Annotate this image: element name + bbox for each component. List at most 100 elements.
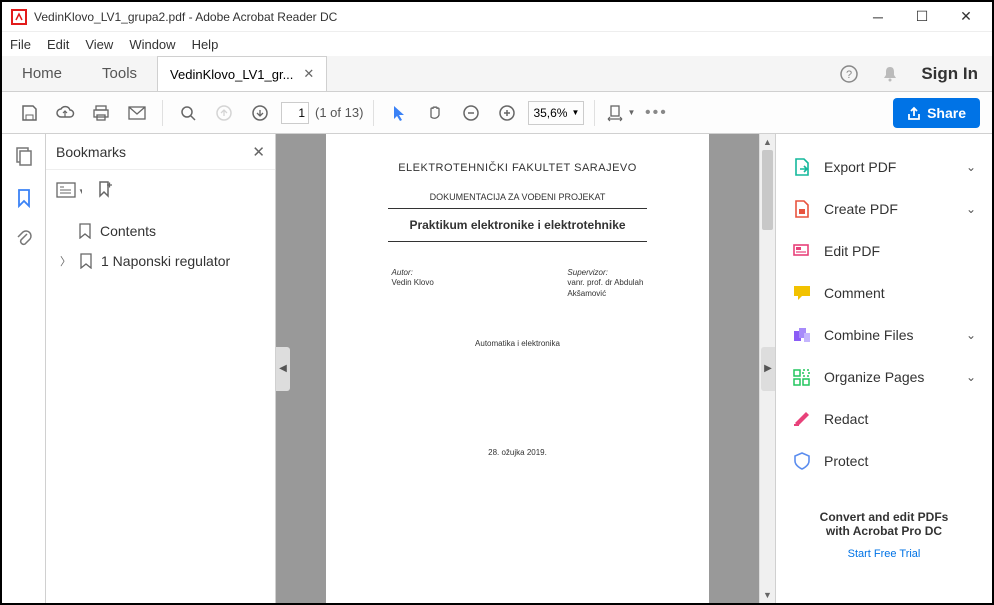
organize-icon (792, 367, 812, 387)
menu-file[interactable]: File (10, 37, 31, 52)
rpanel-comment[interactable]: Comment (784, 272, 984, 314)
next-page-icon[interactable] (245, 98, 275, 128)
rpanel-label: Edit PDF (824, 243, 976, 259)
page-gutter-right (709, 134, 759, 603)
bookmark-item-contents[interactable]: Contents (56, 216, 265, 246)
hand-icon[interactable] (420, 98, 450, 128)
author-label: Autor: (392, 268, 434, 278)
minimize-button[interactable]: ─ (856, 3, 900, 31)
promo-text: Convert and edit PDFs with Acrobat Pro D… (784, 506, 984, 542)
rpanel-label: Export PDF (824, 159, 954, 175)
menu-window[interactable]: Window (129, 37, 175, 52)
share-button[interactable]: Share (893, 98, 980, 128)
chevron-down-icon: ⌄ (966, 160, 976, 174)
edit-pdf-icon (792, 241, 812, 261)
tab-document-label: VedinKlovo_LV1_gr... (170, 67, 293, 82)
menu-view[interactable]: View (85, 37, 113, 52)
rpanel-label: Combine Files (824, 327, 954, 343)
mail-icon[interactable] (122, 98, 152, 128)
zoom-select[interactable]: 35,6%▼ (528, 101, 584, 125)
bookmark-label: Contents (100, 223, 156, 239)
bookmarks-title: Bookmarks (56, 144, 126, 160)
tab-tools[interactable]: Tools (82, 56, 157, 91)
close-button[interactable]: ✕ (944, 3, 988, 31)
rpanel-export-pdf[interactable]: Export PDF ⌄ (784, 146, 984, 188)
pointer-icon[interactable] (384, 98, 414, 128)
doc-date: 28. ožujka 2019. (488, 448, 547, 457)
rpanel-redact[interactable]: Redact (784, 398, 984, 440)
page-total: (1 of 13) (315, 105, 363, 120)
author-name: Vedin Klovo (392, 278, 434, 288)
doc-department: Automatika i elektronika (475, 339, 560, 348)
prev-page-icon[interactable] (209, 98, 239, 128)
rpanel-label: Protect (824, 453, 976, 469)
share-icon (907, 106, 921, 120)
supervisor-name: vanr. prof. dr Abdulah (567, 278, 643, 288)
svg-text:▼: ▼ (78, 187, 82, 196)
rail-bookmarks-icon[interactable] (12, 186, 36, 210)
doc-university: ELEKTROTEHNIČKI FAKULTET SARAJEVO (398, 162, 637, 174)
rpanel-label: Organize Pages (824, 369, 954, 385)
supervisor-name2: Akšamović (567, 289, 643, 299)
zoom-in-icon[interactable] (492, 98, 522, 128)
maximize-button[interactable]: ☐ (900, 3, 944, 31)
cloud-icon[interactable] (50, 98, 80, 128)
chevron-down-icon: ⌄ (966, 328, 976, 342)
chevron-down-icon: ⌄ (966, 202, 976, 216)
rpanel-protect[interactable]: Protect (784, 440, 984, 482)
scroll-down-icon[interactable]: ▼ (760, 587, 775, 603)
create-pdf-icon (792, 199, 812, 219)
doc-title: Praktikum elektronike i elektrotehnike (409, 218, 625, 232)
rpanel-combine[interactable]: Combine Files ⌄ (784, 314, 984, 356)
comment-icon (792, 283, 812, 303)
rpanel-create-pdf[interactable]: Create PDF ⌄ (784, 188, 984, 230)
rpanel-label: Create PDF (824, 201, 954, 217)
doc-subtitle: DOKUMENTACIJA ZA VOĐENI PROJEKAT (430, 192, 606, 202)
window-title: VedinKlovo_LV1_grupa2.pdf - Adobe Acroba… (34, 10, 856, 24)
menu-help[interactable]: Help (192, 37, 219, 52)
zoom-value: 35,6% (533, 106, 567, 120)
viewer-next-icon[interactable]: ▶ (761, 347, 775, 391)
rpanel-label: Comment (824, 285, 976, 301)
bookmarks-close-icon[interactable]: ✕ (252, 143, 265, 161)
supervisor-label: Supervizor: (567, 268, 643, 278)
scroll-up-icon[interactable]: ▲ (760, 134, 775, 150)
rail-pages-icon[interactable] (12, 144, 36, 168)
sign-in-button[interactable]: Sign In (921, 64, 978, 84)
bookmark-item-ch1[interactable]: 〉 1 Naponski regulator (56, 246, 265, 276)
tab-home[interactable]: Home (2, 56, 82, 91)
tab-close-icon[interactable]: ✕ (303, 66, 314, 82)
viewer-prev-icon[interactable]: ◀ (276, 347, 290, 391)
bell-icon[interactable] (881, 65, 899, 83)
document-viewer[interactable]: ◀ ELEKTROTEHNIČKI FAKULTET SARAJEVO DOKU… (276, 134, 775, 603)
print-icon[interactable] (86, 98, 116, 128)
svg-text:?: ? (846, 69, 852, 81)
fit-width-icon[interactable]: ▼ (605, 98, 635, 128)
redact-icon (792, 409, 812, 429)
scroll-thumb[interactable] (762, 150, 773, 230)
rail-attachments-icon[interactable] (12, 228, 36, 252)
expand-icon[interactable]: 〉 (60, 253, 71, 269)
bookmark-add-icon[interactable] (96, 180, 114, 200)
more-tools-icon[interactable]: ••• (641, 98, 671, 128)
menu-edit[interactable]: Edit (47, 37, 69, 52)
bookmark-options-icon[interactable]: ▼ (56, 180, 82, 200)
app-icon (10, 8, 28, 26)
help-icon[interactable]: ? (839, 64, 859, 84)
rpanel-label: Redact (824, 411, 976, 427)
zoom-out-icon[interactable] (456, 98, 486, 128)
save-icon[interactable] (14, 98, 44, 128)
export-pdf-icon (792, 157, 812, 177)
rpanel-edit-pdf[interactable]: Edit PDF (784, 230, 984, 272)
pdf-page: ELEKTROTEHNIČKI FAKULTET SARAJEVO DOKUME… (326, 134, 709, 603)
combine-icon (792, 325, 812, 345)
find-icon[interactable] (173, 98, 203, 128)
bookmark-label: 1 Naponski regulator (101, 253, 230, 269)
tab-document[interactable]: VedinKlovo_LV1_gr... ✕ (157, 56, 327, 91)
start-trial-link[interactable]: Start Free Trial (784, 548, 984, 560)
share-label: Share (927, 105, 966, 121)
chevron-down-icon: ⌄ (966, 370, 976, 384)
rpanel-organize[interactable]: Organize Pages ⌄ (784, 356, 984, 398)
page-number-input[interactable] (281, 102, 309, 124)
protect-icon (792, 451, 812, 471)
